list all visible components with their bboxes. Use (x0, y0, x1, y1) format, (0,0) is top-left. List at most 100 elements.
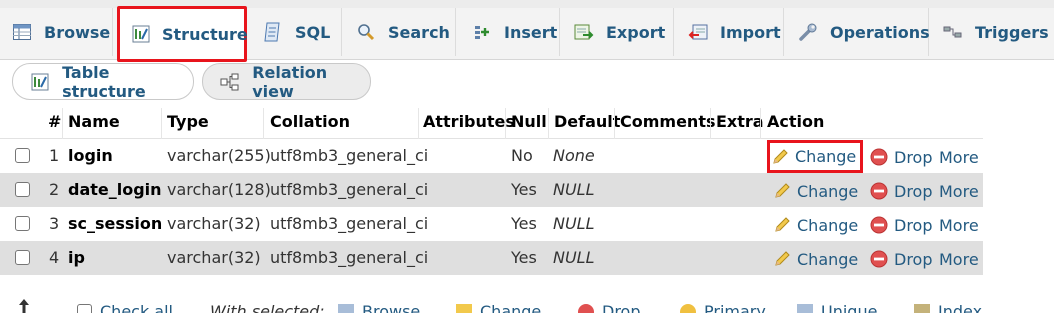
arrow-up-icon (18, 298, 30, 313)
header-attributes[interactable]: Attributes (423, 112, 515, 136)
row-checkbox[interactable] (15, 148, 30, 163)
drop-button[interactable]: Drop (870, 247, 933, 271)
table-browse-icon (12, 22, 32, 42)
column-collation: utf8mb3_general_ci (270, 180, 429, 199)
row-num: 4 (49, 248, 60, 267)
subtab-relation-view[interactable]: Relation view (202, 63, 371, 101)
row-num: 3 (49, 214, 60, 233)
bulk-unique-button[interactable]: Unique (797, 302, 877, 313)
header-comments[interactable]: Comments (620, 112, 716, 136)
tab-sql[interactable]: SQL (251, 8, 342, 56)
tab-insert[interactable]: Insert (460, 8, 560, 56)
change-label: Change (795, 147, 857, 166)
table-row: 2 date_login varchar(128) utf8mb3_genera… (0, 173, 983, 207)
column-collation: utf8mb3_general_ci (270, 146, 429, 165)
header-extra[interactable]: Extra (716, 112, 764, 136)
column-name: ip (68, 248, 85, 267)
subtab-table-structure-label: Table structure (62, 62, 146, 101)
header-type[interactable]: Type (167, 112, 209, 136)
bulk-change-button[interactable]: Change (456, 302, 541, 313)
row-checkbox[interactable] (15, 250, 30, 265)
drop-button[interactable]: Drop (870, 145, 933, 169)
drop-icon (870, 148, 888, 166)
tab-browse-label: Browse (44, 22, 111, 42)
change-button[interactable]: Change (773, 179, 858, 203)
bulk-unique-label: Unique (821, 302, 878, 313)
triggers-icon (943, 22, 963, 42)
tab-export[interactable]: Export (562, 8, 674, 56)
tab-triggers-label: Triggers (975, 22, 1049, 42)
column-type: varchar(32) (167, 214, 261, 233)
checkbox-icon (77, 304, 92, 313)
bulk-action-bar: Check all With selected: Browse Change D… (0, 294, 1054, 313)
drop-button[interactable]: Drop (870, 179, 933, 203)
more-button[interactable]: More (939, 145, 979, 169)
drop-icon (870, 216, 888, 234)
row-checkbox[interactable] (15, 216, 30, 231)
export-icon (574, 22, 594, 42)
column-null: Yes (511, 214, 537, 233)
pencil-icon (773, 250, 791, 268)
bulk-primary-button[interactable]: Primary (680, 302, 766, 313)
check-all-label[interactable]: Check all (100, 302, 173, 313)
column-type: varchar(255) (167, 146, 271, 165)
drop-icon (870, 182, 888, 200)
bulk-browse-label: Browse (362, 302, 421, 313)
bulk-index-label: Index (938, 302, 983, 313)
tab-import-label: Import (720, 22, 781, 42)
structure-icon (29, 72, 50, 92)
tab-export-label: Export (606, 22, 666, 42)
subtab-table-structure[interactable]: Table structure (12, 62, 194, 101)
drop-label: Drop (894, 147, 933, 167)
column-name: sc_session (68, 214, 163, 233)
more-button[interactable]: More (939, 247, 979, 271)
row-checkbox[interactable] (15, 182, 30, 197)
index-icon (914, 303, 930, 313)
unique-icon (797, 303, 813, 313)
insert-icon (472, 22, 492, 42)
key-icon (680, 303, 696, 313)
structure-icon (132, 24, 150, 44)
tab-structure[interactable]: Structure (117, 6, 248, 62)
bulk-browse-button[interactable]: Browse (338, 302, 420, 313)
header-null[interactable]: Null (511, 112, 547, 136)
bulk-change-label: Change (480, 302, 542, 313)
column-null: Yes (511, 248, 537, 267)
tab-triggers[interactable]: Triggers (931, 8, 1054, 56)
table-row: 3 sc_session varchar(32) utf8mb3_general… (0, 207, 983, 241)
bulk-index-button[interactable]: Index (914, 302, 982, 313)
change-button[interactable]: Change (773, 213, 858, 237)
drop-button[interactable]: Drop (870, 213, 933, 237)
tab-operations-label: Operations (830, 22, 930, 42)
column-null: Yes (511, 180, 537, 199)
table-row: 4 ip varchar(32) utf8mb3_general_ci Yes … (0, 241, 983, 275)
header-default[interactable]: Default (554, 112, 620, 136)
tab-structure-label: Structure (162, 24, 248, 44)
change-button[interactable]: Change (767, 140, 864, 173)
drop-icon (578, 303, 594, 313)
column-collation: utf8mb3_general_ci (270, 248, 429, 267)
wrench-icon (798, 22, 818, 42)
change-button[interactable]: Change (773, 247, 858, 271)
drop-icon (870, 250, 888, 268)
header-name[interactable]: Name (68, 112, 120, 136)
tab-search-label: Search (388, 22, 450, 42)
sql-icon (263, 22, 283, 42)
tab-browse[interactable]: Browse (0, 8, 113, 56)
check-all-checkbox[interactable]: Check all (77, 302, 173, 313)
column-null: No (511, 146, 533, 165)
bulk-drop-label: Drop (602, 302, 641, 313)
tab-sql-label: SQL (295, 22, 331, 42)
bulk-primary-label: Primary (704, 302, 766, 313)
header-collation[interactable]: Collation (270, 112, 350, 136)
more-button[interactable]: More (939, 213, 979, 237)
top-tab-bar: Browse Structure SQL Search Insert Expor… (0, 0, 1054, 62)
search-icon (356, 22, 376, 42)
drop-label: Drop (894, 181, 933, 201)
tab-operations[interactable]: Operations (786, 8, 930, 56)
column-default: None (553, 146, 595, 165)
tab-import[interactable]: Import (676, 8, 784, 56)
more-button[interactable]: More (939, 179, 979, 203)
bulk-drop-button[interactable]: Drop (578, 302, 641, 313)
tab-search[interactable]: Search (344, 8, 456, 56)
